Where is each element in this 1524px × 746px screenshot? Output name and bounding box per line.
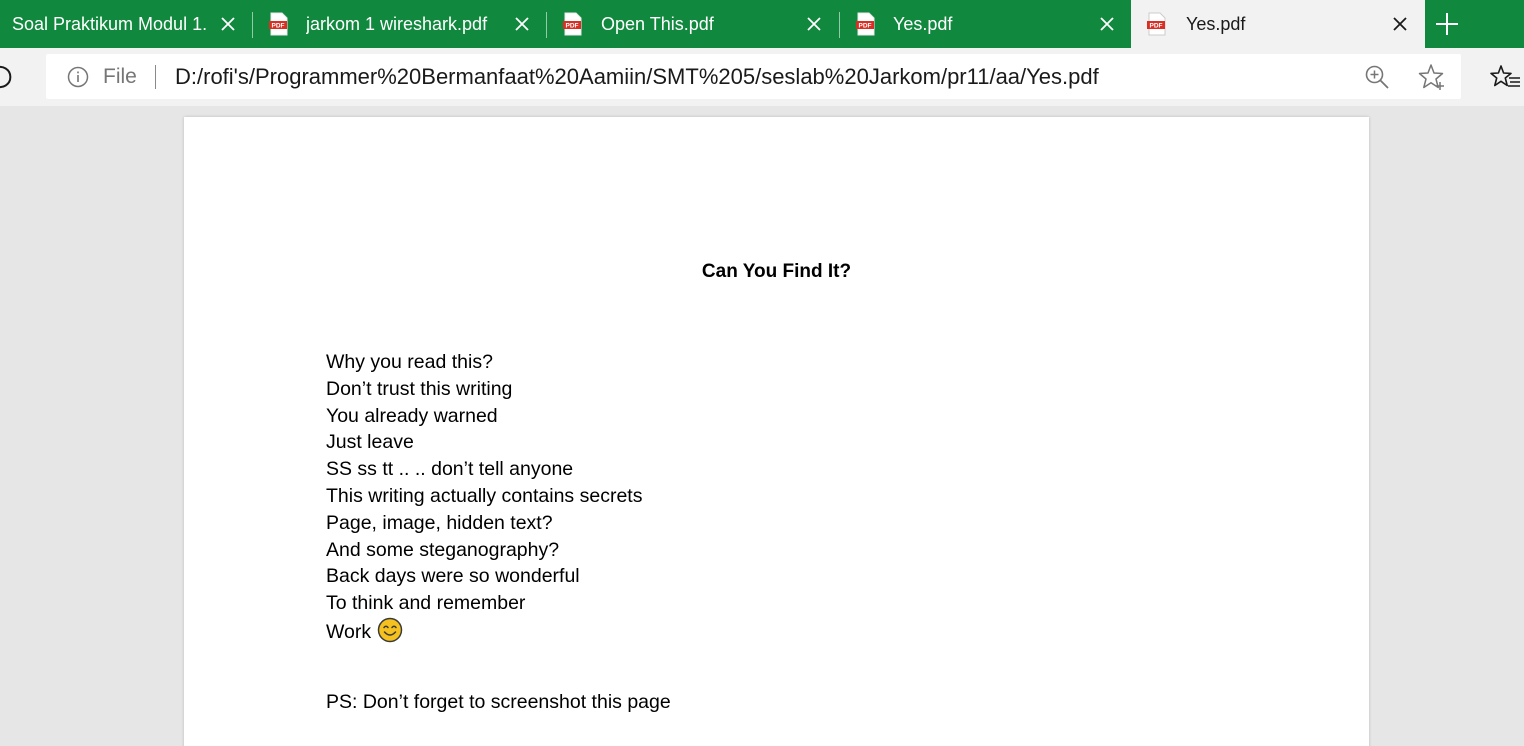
- pdf-file-icon: PDF: [269, 12, 288, 36]
- poem-line: To think and remember: [326, 592, 526, 615]
- pdf-file-icon: PDF: [1147, 12, 1166, 36]
- svg-text:PDF: PDF: [272, 23, 285, 30]
- svg-text:PDF: PDF: [1150, 23, 1163, 30]
- poem-line: You already warned: [326, 404, 498, 427]
- tab-label: Open This.pdf: [601, 14, 714, 34]
- pdf-page: Can You Find It? Why you read this? Don’…: [184, 117, 1369, 746]
- add-favorite-icon[interactable]: [1418, 63, 1446, 91]
- poem-line: Page, image, hidden text?: [326, 511, 553, 534]
- ps-note: PS: Don’t forget to screenshot this page: [326, 691, 671, 713]
- zoom-in-icon[interactable]: [1364, 64, 1390, 90]
- tab-yes-active[interactable]: PDF Yes.pdf: [1131, 0, 1425, 48]
- poem-line: Don’t trust this writing: [326, 377, 513, 400]
- scheme-label: File: [103, 65, 137, 88]
- favorites-list-icon[interactable]: [1490, 63, 1520, 91]
- url-text[interactable]: D:/rofi's/Programmer%20Bermanfaat%20Aami…: [175, 64, 1099, 90]
- close-icon[interactable]: [218, 14, 238, 34]
- svg-text:PDF: PDF: [859, 23, 872, 30]
- poem-line: This writing actually contains secrets: [326, 484, 643, 507]
- tab-label: Soal Praktikum Modul 1.: [12, 14, 208, 34]
- tab-soal-praktikum[interactable]: Soal Praktikum Modul 1.: [0, 0, 252, 48]
- poem-line-last: Work: [326, 617, 642, 644]
- pdf-file-icon: PDF: [856, 12, 875, 36]
- refresh-icon[interactable]: [0, 62, 16, 92]
- tab-label: jarkom 1 wireshark.pdf: [306, 14, 488, 34]
- url-box[interactable]: File D:/rofi's/Programmer%20Bermanfaat%2…: [46, 54, 1461, 99]
- close-icon[interactable]: [1390, 14, 1410, 34]
- pdf-viewer: Can You Find It? Why you read this? Don’…: [0, 106, 1524, 746]
- poem-line: And some steganography?: [326, 538, 560, 561]
- poem-line: Why you read this?: [326, 351, 493, 373]
- close-icon[interactable]: [512, 14, 532, 34]
- info-icon[interactable]: [67, 66, 89, 88]
- smiley-emoji-icon: [377, 617, 403, 643]
- poem-line: Just leave: [326, 431, 414, 454]
- tab-yes-1[interactable]: PDF Yes.pdf: [840, 0, 1130, 48]
- tab-open-this[interactable]: PDF Open This.pdf: [547, 0, 839, 48]
- document-title: Can You Find It?: [701, 261, 852, 282]
- close-icon[interactable]: [1097, 14, 1117, 34]
- address-bar: File D:/rofi's/Programmer%20Bermanfaat%2…: [0, 48, 1524, 106]
- pdf-file-icon: PDF: [563, 12, 582, 36]
- poem-lines: Why you read this? Don’t trust this writ…: [326, 349, 642, 644]
- url-separator: [155, 65, 156, 89]
- tab-bar: Soal Praktikum Modul 1. PDF jarkom 1 wir…: [0, 0, 1524, 48]
- tab-jarkom-wireshark[interactable]: PDF jarkom 1 wireshark.pdf: [253, 0, 546, 48]
- poem-line-text: Work: [326, 620, 372, 643]
- tab-label: Yes.pdf: [893, 14, 953, 34]
- plus-icon[interactable]: [1433, 10, 1461, 38]
- close-icon[interactable]: [804, 14, 824, 34]
- poem-line: Back days were so wonderful: [326, 565, 580, 588]
- svg-text:PDF: PDF: [566, 23, 579, 30]
- tab-label: Yes.pdf: [1186, 14, 1246, 34]
- poem-line: SS ss tt .. .. don’t tell anyone: [326, 458, 574, 481]
